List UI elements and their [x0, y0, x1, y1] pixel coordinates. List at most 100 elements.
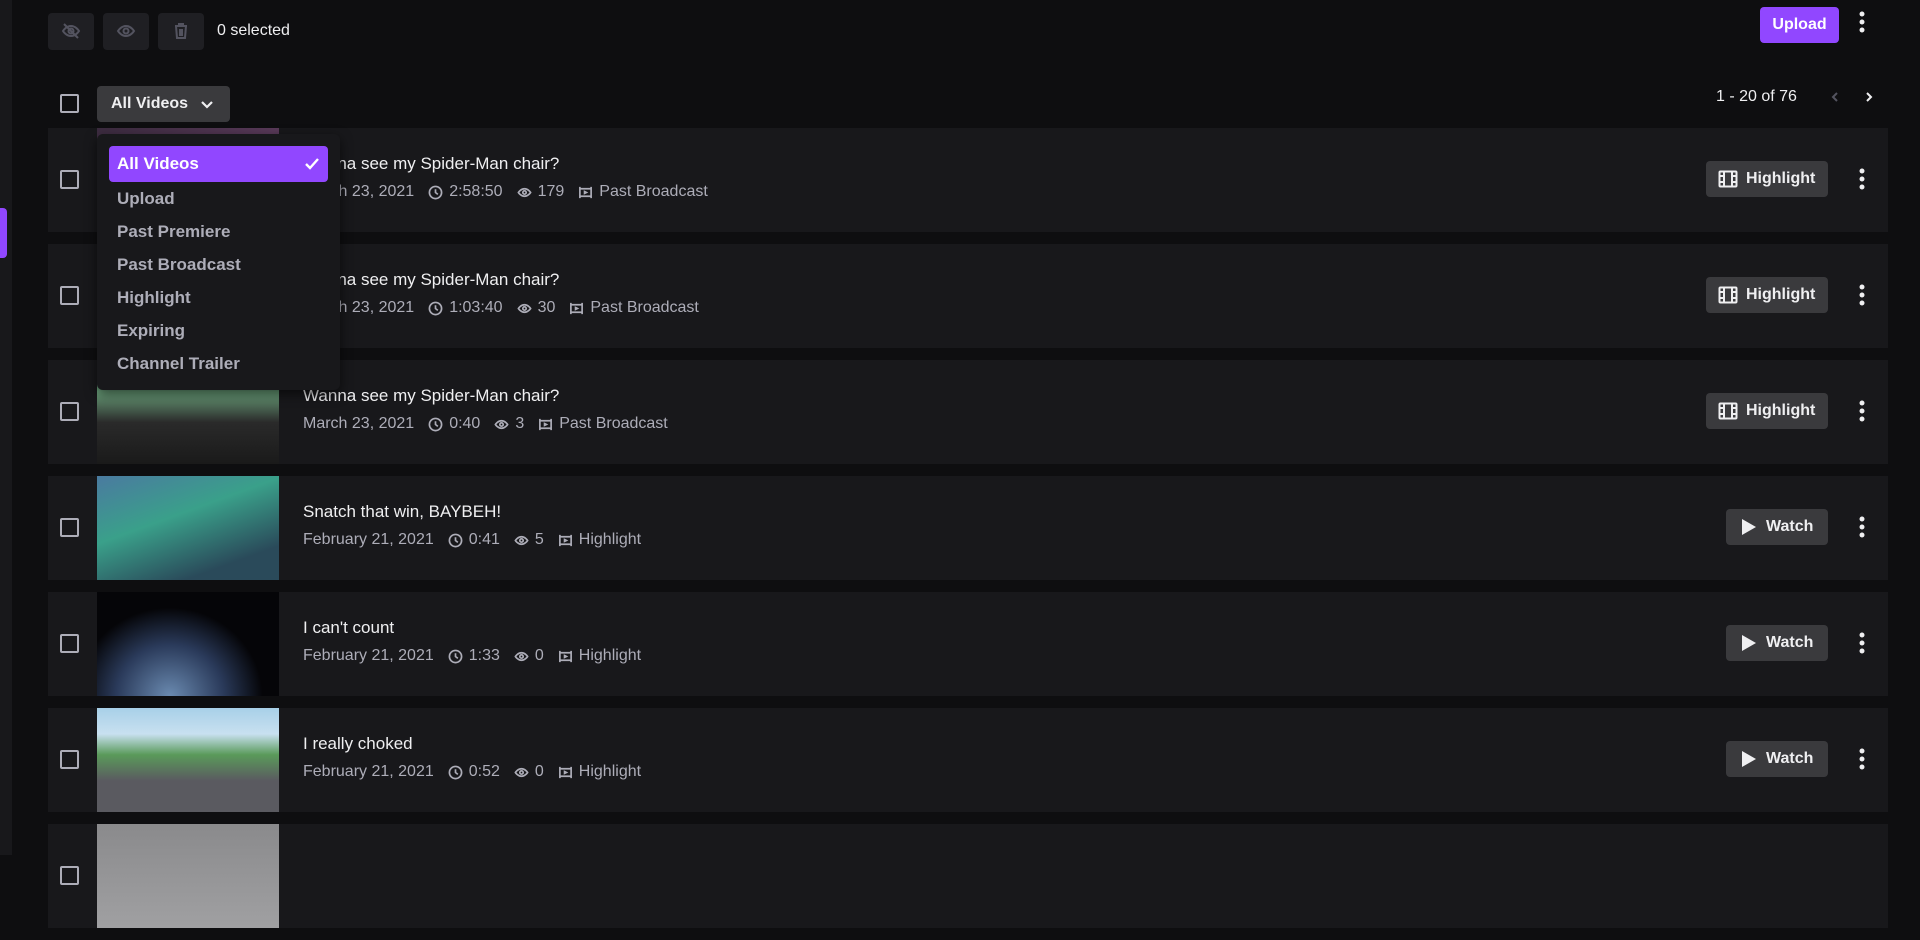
row-checkbox[interactable] [60, 866, 79, 885]
filter-option-all-videos[interactable]: All Videos [109, 146, 328, 182]
video-date: March 23, 2021 [303, 415, 415, 432]
filter-option-expiring[interactable]: Expiring [109, 314, 328, 347]
left-rail [0, 0, 12, 855]
watch-button[interactable]: Watch [1726, 509, 1828, 545]
video-date: February 21, 2021 [303, 647, 434, 664]
row-more-options-button[interactable] [1852, 628, 1872, 658]
select-all-row [48, 86, 79, 113]
video-type-icon [579, 186, 593, 198]
row-more-options-button[interactable] [1852, 164, 1872, 194]
filter-option-past-premiere[interactable]: Past Premiere [109, 215, 328, 248]
filter-option-label: Past Broadcast [117, 254, 241, 274]
video-title[interactable]: I can't count [303, 618, 394, 638]
video-thumbnail[interactable] [97, 824, 279, 928]
selected-count: 0 selected [217, 22, 290, 39]
video-duration: 0:52 [468, 763, 500, 780]
chevron-down-icon [201, 101, 213, 109]
clock-icon [428, 301, 443, 315]
highlight-button[interactable]: Highlight [1706, 393, 1828, 429]
select-all-checkbox[interactable] [60, 94, 79, 113]
kebab-icon [1859, 748, 1865, 770]
views-eye-icon [494, 419, 509, 429]
row-checkbox[interactable] [60, 518, 79, 537]
views-eye-icon [516, 303, 532, 313]
video-row: I can't count February 21, 2021 1:33 0 H… [48, 592, 1888, 696]
video-duration: 0:41 [468, 531, 500, 548]
eye-icon [116, 24, 136, 38]
filter-selected-label: All Videos [111, 95, 189, 112]
filter-option-channel-trailer[interactable]: Channel Trailer [109, 347, 328, 380]
watch-button[interactable]: Watch [1726, 741, 1828, 777]
highlight-button[interactable]: Highlight [1706, 277, 1828, 313]
video-duration: 1:03:40 [449, 299, 503, 316]
video-thumbnail[interactable] [97, 708, 279, 812]
video-views: 5 [534, 531, 544, 548]
clock-icon [448, 533, 463, 547]
video-type: Past Broadcast [559, 415, 668, 432]
video-thumbnail[interactable] [97, 592, 279, 696]
views-eye-icon [514, 651, 529, 661]
clock-icon [428, 417, 443, 431]
video-title[interactable]: Wanna see my Spider-Man chair? [303, 270, 559, 290]
filter-option-upload[interactable]: Upload [109, 182, 328, 215]
trash-icon [175, 23, 187, 39]
video-title[interactable]: Snatch that win, BAYBEH! [303, 502, 501, 522]
hide-button[interactable] [48, 12, 94, 50]
video-views: 30 [537, 299, 556, 316]
chevron-right-icon [1866, 92, 1873, 102]
filter-option-past-broadcast[interactable]: Past Broadcast [109, 248, 328, 281]
video-meta: March 23, 2021 1:03:40 30 Past Broadcast [303, 299, 699, 317]
film-icon [1718, 402, 1738, 420]
video-type: Highlight [578, 763, 642, 780]
action-label: Highlight [1746, 402, 1816, 419]
row-more-options-button[interactable] [1852, 512, 1872, 542]
pagination: 1 - 20 of 76 [1716, 86, 1797, 108]
video-meta: March 23, 2021 0:40 3 Past Broadcast [303, 415, 668, 433]
play-icon [1742, 751, 1756, 767]
play-icon [1742, 635, 1756, 651]
video-type: Highlight [578, 647, 642, 664]
highlight-button[interactable]: Highlight [1706, 161, 1828, 197]
kebab-icon [1859, 632, 1865, 654]
video-duration: 2:58:50 [449, 183, 503, 200]
video-title[interactable]: Wanna see my Spider-Man chair? [303, 386, 559, 406]
video-title[interactable]: I really choked [303, 734, 413, 754]
filter-option-label: Upload [117, 188, 175, 208]
previous-page-button[interactable] [1824, 86, 1846, 108]
film-icon [1718, 286, 1738, 304]
watch-button[interactable]: Watch [1726, 625, 1828, 661]
row-more-options-button[interactable] [1852, 396, 1872, 426]
pagination-range: 1 - 20 of 76 [1716, 88, 1797, 105]
video-meta: February 21, 2021 0:52 0 Highlight [303, 763, 641, 781]
video-thumbnail[interactable] [97, 476, 279, 580]
more-options-button[interactable] [1852, 7, 1872, 37]
video-type-icon [558, 766, 572, 778]
kebab-icon [1859, 168, 1865, 190]
row-checkbox[interactable] [60, 402, 79, 421]
video-type: Past Broadcast [599, 183, 708, 200]
row-more-options-button[interactable] [1852, 744, 1872, 774]
action-label: Watch [1766, 518, 1814, 535]
video-meta: March 23, 2021 2:58:50 179 Past Broadcas… [303, 183, 708, 201]
row-more-options-button[interactable] [1852, 280, 1872, 310]
row-checkbox[interactable] [60, 286, 79, 305]
row-checkbox[interactable] [60, 750, 79, 769]
row-checkbox[interactable] [60, 170, 79, 189]
filter-option-label: Past Premiere [117, 221, 231, 241]
views-eye-icon [514, 767, 529, 777]
filter-dropdown-menu: All Videos Upload Past Premiere Past Broadc… [97, 134, 340, 390]
row-checkbox[interactable] [60, 634, 79, 653]
next-page-button[interactable] [1858, 86, 1880, 108]
filter-option-highlight[interactable]: Highlight [109, 281, 328, 314]
clock-icon [448, 765, 463, 779]
clock-icon [448, 649, 463, 663]
upload-button[interactable]: Upload [1760, 7, 1839, 43]
video-type-icon [558, 534, 572, 546]
show-button[interactable] [103, 12, 149, 50]
video-title[interactable]: Wanna see my Spider-Man chair? [303, 154, 559, 174]
film-icon [1718, 170, 1738, 188]
video-row: Snatch that win, BAYBEH! February 21, 20… [48, 476, 1888, 580]
video-type-icon [539, 418, 553, 430]
video-type-filter[interactable]: All Videos [97, 86, 230, 122]
delete-button[interactable] [158, 12, 204, 50]
